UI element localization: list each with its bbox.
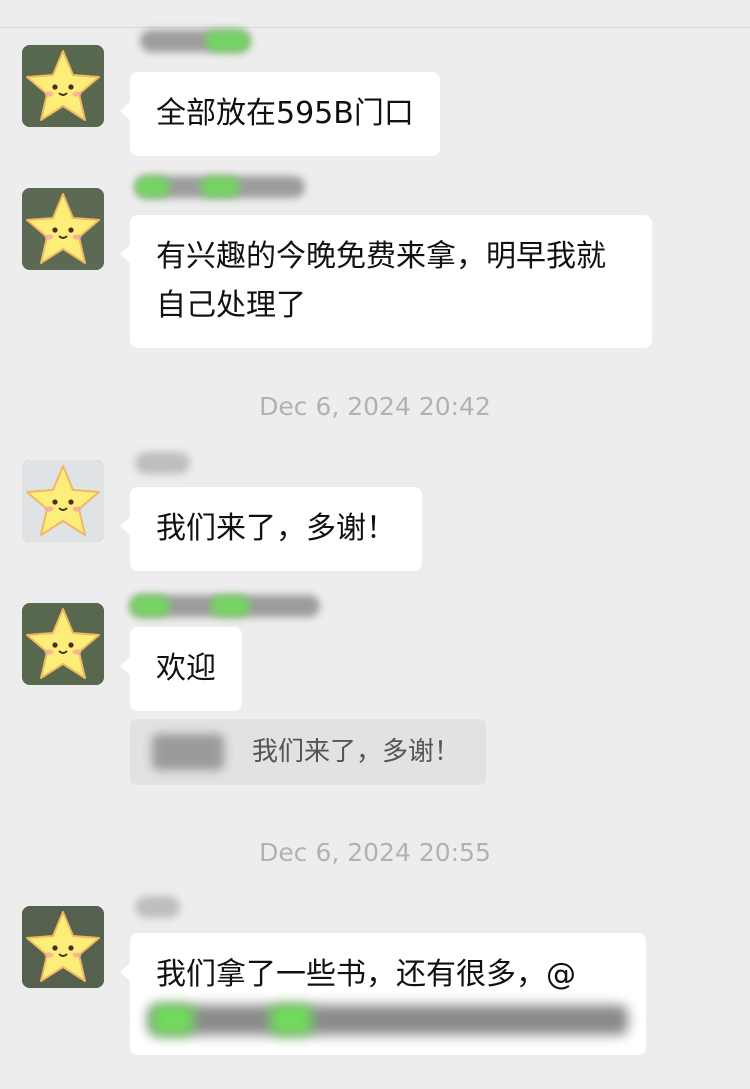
- timestamp: Dec 6, 2024 20:55: [259, 838, 491, 867]
- avatar[interactable]: [22, 906, 104, 988]
- quote-sender-redacted: [152, 734, 224, 770]
- message-text: 我们拿了一些书，还有很多，@: [156, 957, 576, 992]
- quoted-text: 我们来了，多谢！: [252, 737, 461, 767]
- sender-name-redacted-accent: [205, 30, 250, 52]
- star-avatar-icon: [22, 460, 104, 542]
- star-avatar-icon: [22, 45, 104, 127]
- mention-redacted-accent: [270, 1005, 312, 1035]
- avatar[interactable]: [22, 603, 104, 685]
- timestamp: Dec 6, 2024 20:42: [259, 392, 491, 421]
- avatar[interactable]: [22, 460, 104, 542]
- sender-name-redacted-accent: [200, 176, 240, 198]
- sender-name-redacted-accent: [210, 595, 250, 617]
- mention-redacted: [148, 1005, 628, 1035]
- star-avatar-icon: [22, 603, 104, 685]
- message-text: 有兴趣的今晚免费来拿，明早我就自己处理了: [156, 239, 606, 323]
- sender-name-redacted: [135, 452, 190, 474]
- mention-redacted-accent: [152, 1005, 194, 1035]
- sender-name-redacted-accent: [135, 176, 170, 198]
- message-bubble[interactable]: 欢迎: [120, 627, 242, 711]
- message-text: 欢迎: [156, 651, 216, 686]
- quoted-reply[interactable]: 我们来了，多谢！: [130, 719, 486, 785]
- sender-name-redacted-accent: [130, 595, 170, 617]
- top-nav-bar: [0, 0, 750, 28]
- sender-name-redacted: [135, 896, 180, 918]
- star-avatar-icon: [22, 906, 104, 988]
- avatar[interactable]: [22, 188, 104, 270]
- message-text: 全部放在595B门口: [156, 96, 414, 131]
- message-bubble[interactable]: 有兴趣的今晚免费来拿，明早我就自己处理了: [120, 215, 652, 348]
- message-bubble[interactable]: 全部放在595B门口: [120, 72, 440, 156]
- message-bubble[interactable]: 我们拿了一些书，还有很多，@: [120, 933, 646, 1055]
- message-bubble[interactable]: 我们来了，多谢！: [120, 487, 422, 571]
- star-avatar-icon: [22, 188, 104, 270]
- avatar[interactable]: [22, 45, 104, 127]
- message-text: 我们来了，多谢！: [156, 511, 396, 546]
